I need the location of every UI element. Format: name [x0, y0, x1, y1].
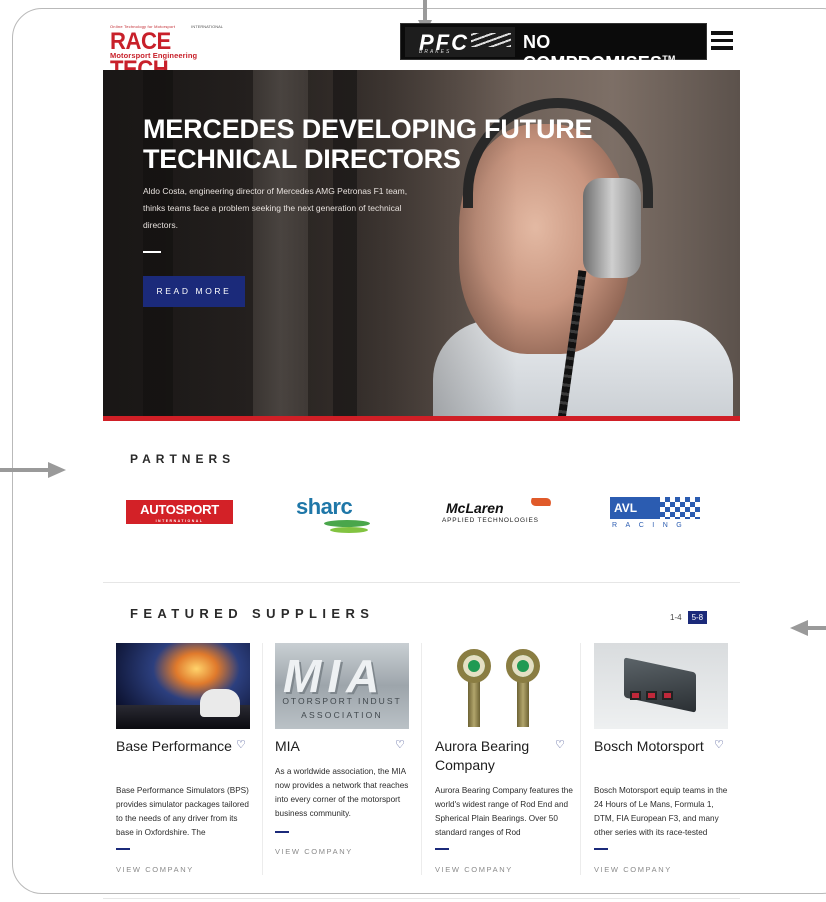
card-divider — [594, 848, 608, 850]
annotation-arrow-right-icon — [0, 462, 70, 478]
supplier-image-simulator[interactable] — [116, 643, 250, 729]
advert-tagline: NO COMPROMISESTM — [523, 32, 676, 73]
pager-page-5-8[interactable]: 5-8 — [687, 611, 708, 624]
supplier-image-ecu[interactable] — [594, 643, 728, 729]
supplier-name[interactable]: Base Performance — [116, 737, 234, 756]
supplier-card[interactable]: ♡ Base Performance Base Performance Simu… — [116, 643, 260, 883]
partner-logo-autosport[interactable]: AUTOSPORT INTERNATIONAL — [126, 500, 233, 524]
supplier-name[interactable]: MIA — [275, 737, 393, 756]
view-company-link[interactable]: VIEW COMPANY — [594, 865, 672, 874]
menu-icon[interactable] — [711, 31, 733, 51]
card-divider — [275, 831, 289, 833]
view-company-link[interactable]: VIEW COMPANY — [435, 865, 513, 874]
supplier-description: Base Performance Simulators (BPS) provid… — [116, 786, 249, 837]
hero-blurb: Aldo Costa, engineering director of Merc… — [143, 186, 408, 230]
supplier-name[interactable]: Bosch Motorsport — [594, 737, 712, 756]
section-divider — [103, 898, 740, 899]
favorite-heart-icon[interactable]: ♡ — [714, 740, 725, 751]
section-divider — [103, 582, 740, 583]
favorite-heart-icon[interactable]: ♡ — [236, 740, 247, 751]
supplier-description: As a worldwide association, the MIA now … — [275, 767, 409, 818]
pfc-stripes — [471, 33, 511, 47]
supplier-card[interactable]: ♡ Aurora Bearing Company Aurora Bearing … — [435, 643, 579, 883]
supplier-image-mia-logo[interactable]: MIA OTORSPORT INDUST ASSOCIATION — [275, 643, 409, 729]
pfc-brakes-label: BRAKES — [419, 49, 452, 55]
partner-logo-sharc[interactable]: sharc — [296, 494, 378, 538]
advert-banner[interactable]: PFC BRAKES NO COMPROMISESTM — [400, 23, 707, 73]
supplier-card[interactable]: MIA OTORSPORT INDUST ASSOCIATION ♡ MIA A… — [275, 643, 419, 883]
view-company-link[interactable]: VIEW COMPANY — [116, 865, 194, 874]
supplier-name[interactable]: Aurora Bearing Company — [435, 737, 553, 775]
supplier-description: Bosch Motorsport equip teams in the 24 H… — [594, 786, 728, 837]
read-more-button[interactable]: READ MORE — [143, 276, 245, 307]
logo-subtitle: Motorsport Engineering — [110, 51, 198, 60]
partner-logo-avl[interactable]: AVL RACING — [610, 497, 700, 533]
card-divider — [116, 848, 130, 850]
featured-suppliers-heading: FEATURED SUPPLIERS — [130, 606, 375, 621]
view-company-link[interactable]: VIEW COMPANY — [275, 847, 353, 856]
partners-heading: PARTNERS — [130, 452, 236, 466]
site-logo[interactable]: Online Technology for Motorsport INTERNA… — [110, 24, 225, 83]
supplier-card[interactable]: ♡ Bosch Motorsport Bosch Motorsport equi… — [594, 643, 738, 883]
hero-banner[interactable]: MERCEDES DEVELOPING FUTURE TECHNICAL DIR… — [103, 70, 740, 416]
supplier-description: Aurora Bearing Company features the worl… — [435, 786, 573, 837]
hero-accent-bar — [103, 416, 740, 421]
hero-title[interactable]: MERCEDES DEVELOPING FUTURE TECHNICAL DIR… — [143, 114, 603, 174]
suppliers-pager: 1-4 5-8 — [666, 611, 708, 624]
annotation-arrow-left-icon — [790, 620, 826, 636]
favorite-heart-icon[interactable]: ♡ — [555, 740, 566, 751]
pfc-logo: PFC BRAKES — [405, 27, 515, 57]
pager-page-1-4[interactable]: 1-4 — [666, 611, 686, 624]
hero-divider — [143, 251, 161, 253]
supplier-image-rod-ends[interactable] — [435, 643, 569, 729]
favorite-heart-icon[interactable]: ♡ — [395, 740, 406, 751]
card-divider — [435, 848, 449, 850]
partner-logo-mclaren[interactable]: McLaren APPLIED TECHNOLOGIES — [440, 498, 558, 526]
